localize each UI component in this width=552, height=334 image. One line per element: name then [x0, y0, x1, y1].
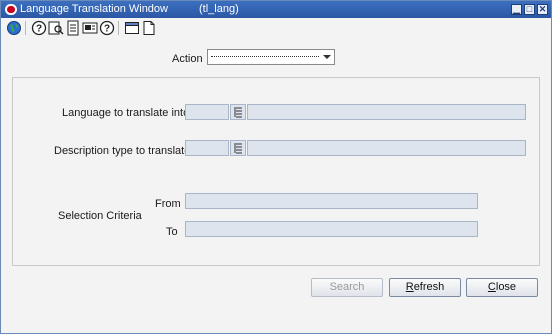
to-field[interactable]: [185, 221, 478, 237]
svg-text:?: ?: [36, 24, 42, 35]
from-label: From: [155, 198, 181, 210]
search-icon[interactable]: [48, 20, 64, 36]
help-icon[interactable]: ?: [31, 20, 47, 36]
language-translation-window: Language Translation Window (tl_lang) ▁ …: [0, 0, 552, 334]
to-label: To: [166, 226, 178, 238]
toolbar-separator: [118, 21, 119, 35]
print-icon[interactable]: [65, 20, 81, 36]
selection-criteria-label: Selection Criteria: [58, 210, 142, 222]
close-window-button[interactable]: ✕: [537, 4, 548, 15]
window-icon[interactable]: [124, 20, 140, 36]
title-bar[interactable]: Language Translation Window (tl_lang) ▁ …: [1, 1, 551, 18]
refresh-mnemonic: R: [405, 281, 414, 293]
toolbar-separator: [25, 21, 26, 35]
from-field[interactable]: [185, 193, 478, 209]
toolbar: ? ?: [1, 18, 551, 38]
action-label: Action: [172, 53, 203, 65]
info-icon[interactable]: ?: [99, 20, 115, 36]
description-type-code-field[interactable]: [185, 140, 229, 156]
minimize-button[interactable]: ▁: [511, 4, 522, 15]
translation-criteria-panel: Language to translate into Description t…: [12, 77, 540, 266]
language-description-field[interactable]: [247, 104, 526, 120]
description-type-label: Description type to translate: [54, 145, 191, 157]
list-of-values-icon[interactable]: [230, 104, 246, 120]
refresh-button-label: efresh: [413, 281, 445, 293]
search-button-label: Search: [329, 281, 365, 293]
maximize-button[interactable]: □: [524, 4, 535, 15]
close-button-label: lose: [495, 281, 517, 293]
action-dropdown[interactable]: [207, 49, 335, 65]
window-code: (tl_lang): [199, 3, 239, 15]
language-label: Language to translate into: [62, 107, 190, 119]
language-code-field[interactable]: [185, 104, 229, 120]
oracle-app-icon: [5, 4, 17, 15]
globe-icon[interactable]: [6, 20, 22, 36]
chevron-down-icon[interactable]: [323, 55, 331, 59]
new-document-icon[interactable]: [141, 20, 157, 36]
close-mnemonic: C: [487, 281, 496, 293]
window-title: Language Translation Window: [20, 3, 168, 15]
close-button[interactable]: Close: [466, 278, 538, 297]
list-of-values-icon[interactable]: [230, 140, 246, 156]
notes-icon[interactable]: [82, 20, 98, 36]
search-button[interactable]: Search: [311, 278, 383, 297]
action-dropdown-value: [211, 56, 319, 57]
description-type-description-field[interactable]: [247, 140, 526, 156]
refresh-button[interactable]: Refresh: [389, 278, 461, 297]
svg-text:?: ?: [104, 24, 110, 35]
